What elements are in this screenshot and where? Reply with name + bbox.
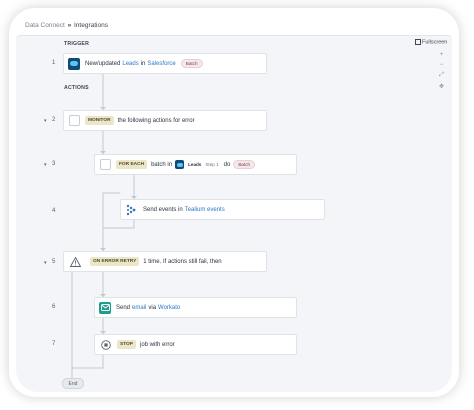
step-number: 3	[52, 161, 56, 167]
step-text: Send events in	[143, 206, 183, 213]
step-send-email-card[interactable]: Send email via Workato	[94, 297, 297, 318]
stop-keyword: STOP	[117, 340, 136, 349]
step-text: the following actions for error	[117, 117, 195, 124]
app-link-tealium[interactable]: Tealium events	[185, 207, 225, 213]
batch-badge: Batch	[180, 59, 203, 68]
datapill-step: Step 1	[205, 162, 219, 167]
app-link-salesforce[interactable]: Salesforce	[147, 61, 175, 67]
step-number: 5	[52, 259, 56, 265]
monitor-icon	[69, 115, 80, 126]
end-node: End	[62, 378, 84, 389]
salesforce-icon	[68, 57, 80, 70]
retry-keyword: ON ERROR RETRY	[90, 257, 140, 266]
step-retry-card[interactable]: ON ERROR RETRY 1 time. If actions still …	[63, 251, 267, 272]
step-number: 6	[52, 304, 56, 310]
repeat-icon	[100, 159, 111, 170]
datapill-leads[interactable]: Leads	[122, 61, 138, 67]
step-number: 4	[52, 208, 56, 214]
step-foreach-card[interactable]: FOR EACH batch in Leads Step 1 do Batch	[94, 154, 297, 175]
step-monitor-card[interactable]: MONITOR the following actions for error	[63, 110, 267, 131]
step-trigger-card[interactable]: New/updated Leads in Salesforce Batch	[63, 53, 267, 74]
step-text: do	[223, 161, 231, 168]
tealium-icon	[126, 204, 138, 216]
monitor-keyword: MONITOR	[85, 116, 114, 125]
step-text: in	[140, 60, 146, 67]
section-trigger-label: TRIGGER	[64, 41, 90, 47]
salesforce-icon	[175, 160, 185, 169]
step-number: 7	[52, 341, 56, 347]
collapse-chevron-icon[interactable]: ▾	[44, 162, 47, 168]
section-actions-label: ACTIONS	[64, 85, 89, 91]
step-text: Send	[116, 304, 131, 311]
collapse-chevron-icon[interactable]: ▾	[44, 260, 47, 266]
warning-icon	[69, 256, 81, 268]
email-icon	[99, 301, 111, 314]
step-text: via	[148, 304, 157, 311]
datapill-leads[interactable]: Leads	[188, 162, 201, 167]
step-text: batch in	[151, 161, 173, 168]
step-stop-card[interactable]: STOP job with error	[94, 334, 297, 355]
batch-badge: Batch	[233, 160, 256, 169]
foreach-keyword: FOR EACH	[116, 160, 148, 169]
step-text: job with error	[139, 341, 175, 348]
collapse-chevron-icon[interactable]: ▾	[44, 118, 47, 124]
step-number: 1	[52, 60, 56, 66]
step-number: 2	[52, 117, 56, 123]
stop-icon	[100, 339, 112, 351]
step-text: 1 time. If actions still fail, then	[143, 258, 222, 265]
datapill-email[interactable]: email	[132, 305, 146, 311]
step-send-events-card[interactable]: Send events in Tealium events	[120, 199, 325, 220]
step-text: New/updated	[85, 60, 121, 67]
end-label: End	[68, 380, 78, 387]
app-link-workato[interactable]: Workato	[158, 305, 180, 311]
